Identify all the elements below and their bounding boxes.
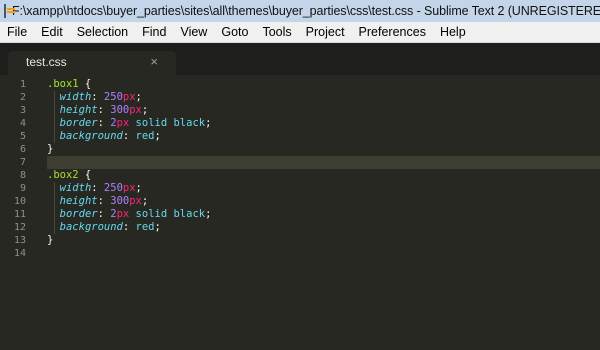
code-line[interactable]: .box2 { <box>47 169 600 182</box>
menu-bar: File Edit Selection Find View Goto Tools Projec… <box>0 22 600 43</box>
code-token: px <box>116 117 130 129</box>
line-number: 4 <box>19 118 26 129</box>
tab-test-css[interactable]: test.css × <box>8 51 176 75</box>
code-token: : <box>97 208 111 220</box>
indent-guide <box>54 91 55 143</box>
window-title: F:\xampp\htdocs\buyer_parties\sites\all\… <box>12 4 600 18</box>
line-number: 8 <box>19 170 26 181</box>
code-token: 250 <box>103 182 123 194</box>
code-token: : <box>97 117 111 129</box>
code-token: .box2 <box>47 169 79 181</box>
line-number: 10 <box>13 196 26 207</box>
code-token: : <box>122 130 136 142</box>
code-line[interactable]: ​ <box>47 156 600 169</box>
close-icon[interactable]: × <box>150 54 158 70</box>
code-token: ; <box>205 208 212 220</box>
code-line[interactable]: background: red; <box>47 130 600 143</box>
code-token: : <box>91 91 104 103</box>
line-number: 13 <box>13 235 26 246</box>
code-token: { <box>78 78 92 90</box>
code-line[interactable]: border: 2px solid black; <box>47 117 600 130</box>
indent-guide <box>54 182 55 234</box>
code-token: 300 <box>110 195 130 207</box>
code-token: px <box>122 182 136 194</box>
code-line[interactable]: border: 2px solid black; <box>47 208 600 221</box>
code-area[interactable]: .box1 { width: 250px; height: 300px; bor… <box>47 75 600 260</box>
line-number: 9 <box>19 183 26 194</box>
code-token: px <box>129 195 142 207</box>
menu-find[interactable]: Find <box>135 22 173 42</box>
line-number: 12 <box>13 222 26 233</box>
code-editor[interactable]: 1 2 3 4 5 6 7 8 9 10 11 12 13 14 .box1 { width: 250px… <box>0 75 600 350</box>
menu-selection[interactable]: Selection <box>70 22 135 42</box>
code-token: : <box>91 182 104 194</box>
code-line[interactable]: width: 250px; <box>47 91 600 104</box>
line-number: 14 <box>13 248 26 259</box>
code-token: width <box>59 91 92 103</box>
code-token: { <box>78 169 92 181</box>
code-token: .box1 <box>47 78 79 90</box>
tab-label: test.css <box>26 55 67 69</box>
code-token: 300 <box>110 104 130 116</box>
menu-edit[interactable]: Edit <box>34 22 70 42</box>
line-number: 7 <box>19 157 26 168</box>
code-line[interactable]: height: 300px; <box>47 104 600 117</box>
code-line[interactable]: width: 250px; <box>47 182 600 195</box>
code-token: border <box>59 208 98 220</box>
code-token: px <box>129 104 142 116</box>
menu-goto[interactable]: Goto <box>214 22 255 42</box>
code-token: background <box>59 221 123 233</box>
title-bar[interactable]: F:\xampp\htdocs\buyer_parties\sites\all\… <box>0 0 600 22</box>
code-token: px <box>122 91 136 103</box>
code-line[interactable]: background: red; <box>47 221 600 234</box>
code-line[interactable]: } <box>47 143 600 156</box>
menu-preferences[interactable]: Preferences <box>352 22 433 42</box>
sublime-window: F:\xampp\htdocs\buyer_parties\sites\all\… <box>0 0 600 350</box>
code-token: ; <box>141 104 149 116</box>
line-number: 11 <box>13 209 26 220</box>
code-token: height <box>59 195 98 207</box>
line-number: 2 <box>19 92 26 103</box>
code-token: solid black <box>129 117 206 129</box>
code-token: ; <box>205 117 212 129</box>
code-token: background <box>59 130 123 142</box>
code-token: } <box>47 143 54 155</box>
line-number: 1 <box>19 79 26 90</box>
code-token: : <box>97 104 111 116</box>
code-token: ; <box>154 221 161 233</box>
code-token: ; <box>154 130 161 142</box>
code-token: : <box>97 195 111 207</box>
menu-file[interactable]: File <box>0 22 34 42</box>
tab-bar: test.css × <box>0 43 600 75</box>
code-token: ; <box>135 182 142 194</box>
code-line[interactable]: .box1 { <box>47 78 600 91</box>
code-token: height <box>59 104 98 116</box>
code-token: px <box>116 208 130 220</box>
code-line[interactable]: } <box>47 234 600 247</box>
line-number: 3 <box>19 105 26 116</box>
menu-tools[interactable]: Tools <box>255 22 298 42</box>
line-number: 6 <box>19 144 26 155</box>
code-token: 250 <box>103 91 123 103</box>
menu-project[interactable]: Project <box>299 22 352 42</box>
code-token: ; <box>141 195 149 207</box>
code-token: solid black <box>129 208 206 220</box>
menu-view[interactable]: View <box>173 22 214 42</box>
code-token: width <box>59 182 92 194</box>
code-token: : <box>122 221 136 233</box>
code-token: } <box>47 234 54 246</box>
line-number-gutter: 1 2 3 4 5 6 7 8 9 10 11 12 13 14 <box>0 75 34 350</box>
line-number: 5 <box>19 131 26 142</box>
menu-help[interactable]: Help <box>433 22 473 42</box>
sublime-text-icon <box>4 4 15 18</box>
code-token: red <box>135 130 155 142</box>
code-line[interactable]: height: 300px; <box>47 195 600 208</box>
code-token: border <box>59 117 98 129</box>
code-line[interactable]: ​ <box>47 247 600 260</box>
code-token: red <box>135 221 155 233</box>
code-token: ; <box>135 91 142 103</box>
